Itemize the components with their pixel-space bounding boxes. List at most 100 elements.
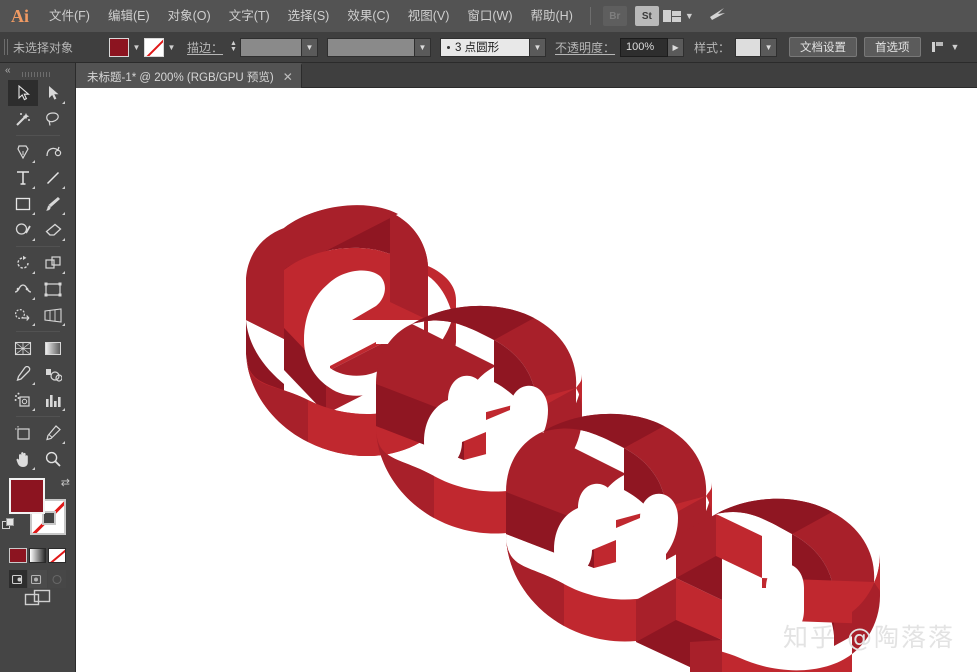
stroke-color-swatch[interactable] <box>144 37 164 57</box>
type-tool[interactable] <box>8 165 38 191</box>
gradient-tool[interactable] <box>38 335 68 361</box>
fill-color-swatch[interactable] <box>109 37 129 57</box>
eraser-tool[interactable] <box>38 217 68 243</box>
brush-definition-dropdown-icon[interactable]: ▼ <box>530 37 547 57</box>
align-options-icon[interactable]: ▼ <box>931 40 960 55</box>
hand-tool[interactable] <box>8 446 38 472</box>
tool-corner-icon <box>32 467 35 470</box>
document-canvas[interactable]: 知乎 @陶落落 <box>76 88 977 672</box>
watermark: 知乎 @陶落落 <box>783 623 955 652</box>
stroke-weight-stepper[interactable]: ▲ ▼ <box>227 38 240 57</box>
zoom-tool[interactable] <box>38 446 68 472</box>
tool-corner-icon <box>32 212 35 215</box>
tool-corner-icon <box>62 323 65 326</box>
color-mode-row <box>0 548 75 563</box>
control-bar-grip[interactable] <box>4 39 8 55</box>
arrange-documents-icon[interactable] <box>662 10 681 22</box>
document-tab-title: 未标题-1* @ 200% (RGB/GPU 预览) <box>87 71 274 84</box>
preferences-button[interactable]: 首选项 <box>864 37 921 57</box>
pen-tool[interactable] <box>8 139 38 165</box>
artboard-tool[interactable] <box>8 420 38 446</box>
brush-definition-select[interactable]: 3 点圆形 <box>440 37 531 57</box>
magic-wand-tool[interactable] <box>8 106 38 132</box>
eyedropper-tool[interactable] <box>8 361 38 387</box>
graphic-style-swatch[interactable] <box>735 37 762 57</box>
stroke-profile-dropdown-icon[interactable]: ▼ <box>415 37 432 57</box>
menu-help[interactable]: 帮助(H) <box>522 0 582 32</box>
menu-select[interactable]: 选择(S) <box>279 0 339 32</box>
tool-corner-icon <box>62 408 65 411</box>
screen-mode-normal[interactable] <box>9 570 28 588</box>
perspective-grid-tool[interactable] <box>38 302 68 328</box>
rectangle-tool[interactable] <box>8 191 38 217</box>
collapse-panel-icon[interactable]: « <box>5 65 10 76</box>
menu-file[interactable]: 文件(F) <box>40 0 99 32</box>
tool-divider <box>16 135 60 136</box>
close-icon[interactable]: ✕ <box>283 71 293 83</box>
chevron-down-icon[interactable]: ▼ <box>685 11 694 21</box>
menu-edit[interactable]: 编辑(E) <box>99 0 159 32</box>
selection-tool[interactable] <box>8 80 38 106</box>
tools-panel-grip[interactable] <box>22 72 52 77</box>
menu-effect[interactable]: 效果(C) <box>338 0 398 32</box>
edit-toolbar-row <box>0 587 76 614</box>
paintbrush-tool[interactable] <box>38 191 68 217</box>
shape-builder-tool[interactable] <box>8 302 38 328</box>
tool-corner-icon <box>62 271 65 274</box>
swap-fill-stroke-icon[interactable]: ⇄ <box>61 476 70 489</box>
bridge-button[interactable]: Br <box>602 6 627 26</box>
edit-toolbar-icon[interactable] <box>24 587 52 614</box>
symbol-sprayer-tool[interactable] <box>8 387 38 413</box>
stroke-profile-input[interactable] <box>327 37 416 57</box>
opacity-input[interactable]: 100% <box>620 37 669 57</box>
lasso-tool[interactable] <box>38 106 68 132</box>
menu-window[interactable]: 窗口(W) <box>458 0 521 32</box>
stock-button[interactable]: St <box>634 6 659 26</box>
style-label: 样式： <box>694 40 731 55</box>
line-segment-tool[interactable] <box>38 165 68 191</box>
menu-type[interactable]: 文字(T) <box>220 0 279 32</box>
curvature-tool[interactable] <box>38 139 68 165</box>
selection-status: 未选择对象 <box>13 40 74 55</box>
color-mode-gradient[interactable] <box>28 548 47 563</box>
stroke-weight-input[interactable] <box>240 37 303 57</box>
screen-mode-full[interactable] <box>47 570 66 588</box>
color-mode-none[interactable] <box>48 548 67 563</box>
width-tool[interactable] <box>8 276 38 302</box>
screen-mode-row <box>0 570 75 588</box>
free-transform-tool[interactable] <box>38 276 68 302</box>
opacity-dropdown-icon[interactable]: ▶ <box>668 37 685 57</box>
fill-dropdown-icon[interactable]: ▼ <box>129 38 144 57</box>
slice-tool[interactable] <box>38 420 68 446</box>
tool-corner-icon <box>62 186 65 189</box>
style-dropdown-icon[interactable]: ▼ <box>761 37 778 57</box>
direct-selection-tool[interactable] <box>38 80 68 106</box>
color-mode-solid[interactable] <box>9 548 27 563</box>
brush-definition-value: 3 点圆形 <box>455 42 500 54</box>
isometric-good-text[interactable] <box>76 88 977 672</box>
illustrator-window: Ai 文件(F) 编辑(E) 对象(O) 文字(T) 选择(S) 效果(C) 视… <box>0 0 977 672</box>
stroke-dropdown-icon[interactable]: ▼ <box>164 38 179 57</box>
mesh-tool[interactable] <box>8 335 38 361</box>
tool-divider <box>16 246 60 247</box>
tools-panel-header: « <box>0 63 75 80</box>
rotate-tool[interactable] <box>8 250 38 276</box>
control-bar: 未选择对象 ▼ ▼ 描边： ▲ ▼ ▼ ▼ 3 点圆形 ▼ 不透明度： 100% … <box>0 32 977 63</box>
document-tab-bar: 未标题-1* @ 200% (RGB/GPU 预览) ✕ <box>75 63 977 88</box>
tools-panel: « ⇄ <box>0 63 76 672</box>
column-graph-tool[interactable] <box>38 387 68 413</box>
stroke-weight-dropdown-icon[interactable]: ▼ <box>302 37 319 57</box>
search-icon[interactable] <box>708 5 728 28</box>
scale-tool[interactable] <box>38 250 68 276</box>
menu-object[interactable]: 对象(O) <box>159 0 220 32</box>
tool-corner-icon <box>32 297 35 300</box>
document-tab[interactable]: 未标题-1* @ 200% (RGB/GPU 预览) ✕ <box>75 63 302 88</box>
align-chevron-icon[interactable]: ▼ <box>951 42 960 52</box>
blend-tool[interactable] <box>38 361 68 387</box>
screen-mode-menubar[interactable] <box>28 570 47 588</box>
document-setup-button[interactable]: 文档设置 <box>789 37 858 57</box>
default-fill-stroke-icon[interactable] <box>2 518 15 531</box>
menu-view[interactable]: 视图(V) <box>399 0 459 32</box>
shaper-tool[interactable] <box>8 217 38 243</box>
fill-swatch[interactable] <box>9 478 45 514</box>
